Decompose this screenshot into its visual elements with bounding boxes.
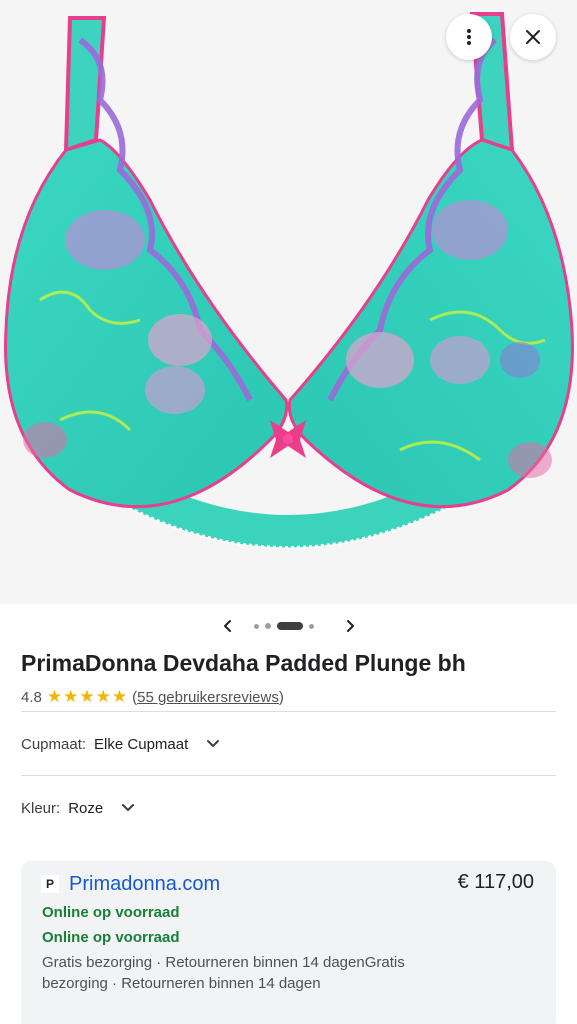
image-carousel-controls <box>0 612 577 640</box>
reviews-link-text[interactable]: 55 gebruikersreviews <box>137 689 279 706</box>
cup-size-value[interactable]: Elke Cupmaat <box>94 736 188 753</box>
cup-size-label: Cupmaat: <box>21 735 87 753</box>
star-icon: ★ <box>46 687 63 706</box>
seller-favicon: P <box>41 875 59 893</box>
seller-header: P Primadonna.com <box>41 871 220 897</box>
carousel-dot[interactable] <box>254 623 259 629</box>
star-icon: ★ <box>79 687 95 706</box>
carousel-indicator <box>254 622 314 630</box>
star-icon: ★ <box>63 687 79 706</box>
carousel-dot[interactable] <box>309 623 314 629</box>
offer-price: € 117,00 <box>457 871 534 893</box>
shipping-info: Gratis bezorging · Retourneren binnen 14… <box>42 954 405 992</box>
product-image[interactable] <box>0 0 577 604</box>
close-icon <box>526 30 540 44</box>
color-selector[interactable]: Kleur: Roze <box>21 796 137 820</box>
carousel-dot[interactable] <box>265 623 271 629</box>
color-label: Kleur: <box>21 799 61 817</box>
seller-name-link[interactable]: Primadonna.com <box>69 873 220 896</box>
close-button[interactable] <box>510 14 556 60</box>
stock-status: Online op voorraad <box>42 929 180 946</box>
carousel-dot-active[interactable] <box>277 622 303 630</box>
product-title: PrimaDonna Devdaha Padded Plunge bh <box>21 650 466 676</box>
divider <box>21 711 556 712</box>
more-vert-icon <box>467 29 471 45</box>
star-icon: ★ <box>95 687 111 706</box>
chevron-right-icon <box>347 620 354 632</box>
cup-size-selector[interactable]: Cupmaat: Elke Cupmaat <box>21 732 222 756</box>
reviews-link[interactable]: (55 gebruikersreviews) <box>132 689 284 706</box>
more-options-button[interactable] <box>446 14 492 60</box>
next-image-button[interactable] <box>338 614 362 638</box>
divider <box>21 775 556 776</box>
seller-offer-card[interactable]: P Primadonna.com € 117,00 Online op voor… <box>21 861 556 1024</box>
chevron-down-icon[interactable] <box>119 799 137 817</box>
chevron-left-icon <box>224 620 231 632</box>
stock-status: Online op voorraad <box>42 904 180 921</box>
reviews-paren-close: ) <box>278 688 284 706</box>
product-image-area[interactable] <box>0 0 577 604</box>
rating-row: 4.8 ★ ★ ★ ★ ★ (55 gebruikersreviews) <box>21 686 284 708</box>
rating-stars: ★ ★ ★ ★ ★ <box>47 688 127 706</box>
chevron-down-icon[interactable] <box>204 735 222 753</box>
rating-value: 4.8 <box>21 688 42 706</box>
star-icon: ★ <box>111 687 128 706</box>
color-value[interactable]: Roze <box>68 800 103 817</box>
previous-image-button[interactable] <box>216 614 240 638</box>
